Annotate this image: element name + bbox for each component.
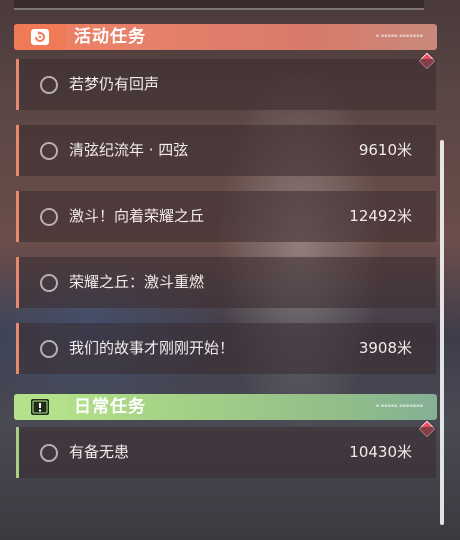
task-status-circle-icon: [40, 142, 58, 160]
task-status-circle-icon: [40, 274, 58, 292]
task-item[interactable]: 若梦仍有回声: [16, 59, 436, 110]
task-name: 有备无患: [69, 443, 130, 461]
task-distance: 9610米: [358, 141, 412, 159]
task-item[interactable]: 激斗！向着荣耀之丘 12492米: [16, 191, 436, 242]
header-decoration: ▪ ▪▪▪▪▪ ▪▪▪▪▪▪▪: [375, 403, 423, 409]
section-title: 活动任务: [74, 27, 146, 47]
task-name: 若梦仍有回声: [69, 75, 160, 93]
scrollbar[interactable]: [440, 140, 444, 525]
header-decoration: ▪ ▪▪▪▪▪ ▪▪▪▪▪▪▪: [375, 33, 423, 39]
task-distance: 3908米: [358, 339, 412, 357]
section-title: 日常任务: [74, 397, 146, 417]
task-distance: 10430米: [349, 443, 412, 461]
task-status-circle-icon: [40, 208, 58, 226]
task-status-circle-icon: [40, 76, 58, 94]
task-distance: 12492米: [349, 207, 412, 225]
task-name: 我们的故事才刚刚开始！: [69, 339, 235, 357]
task-name: 荣耀之丘：激斗重燃: [69, 273, 205, 291]
task-item[interactable]: 有备无患 10430米: [16, 427, 436, 478]
task-item[interactable]: 荣耀之丘：激斗重燃: [16, 257, 436, 308]
section-header-daily[interactable]: 日常任务 ▪ ▪▪▪▪▪ ▪▪▪▪▪▪▪: [14, 394, 437, 420]
top-frame-strip: [14, 0, 424, 10]
event-refresh-icon: [14, 24, 66, 50]
task-status-circle-icon: [40, 444, 58, 462]
task-item[interactable]: 清弦纪流年 · 四弦 9610米: [16, 125, 436, 176]
daily-alert-icon: [14, 394, 66, 420]
task-name: 激斗！向着荣耀之丘: [69, 207, 205, 225]
task-name: 清弦纪流年 · 四弦: [69, 141, 189, 159]
task-item[interactable]: 我们的故事才刚刚开始！ 3908米: [16, 323, 436, 374]
section-header-event[interactable]: 活动任务 ▪ ▪▪▪▪▪ ▪▪▪▪▪▪▪: [14, 24, 437, 50]
task-status-circle-icon: [40, 340, 58, 358]
